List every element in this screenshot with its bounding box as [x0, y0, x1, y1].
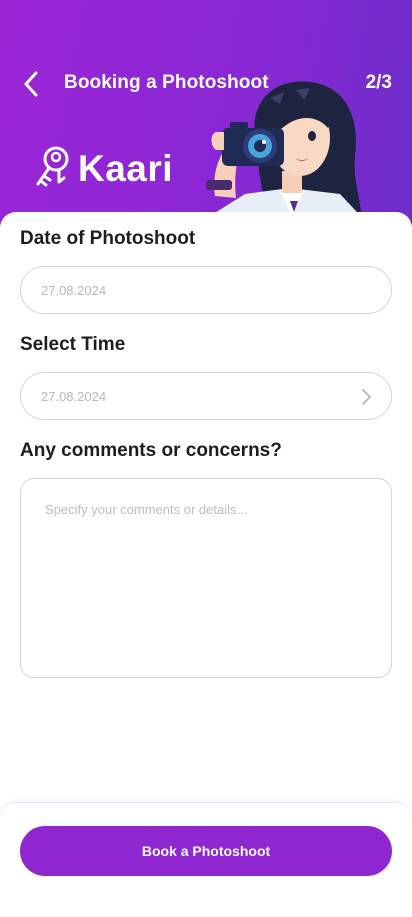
time-field[interactable]: 27.08.2024 — [20, 372, 392, 420]
header: Booking a Photoshoot 2/3 Kaari — [0, 0, 412, 240]
back-arrow-icon — [24, 71, 38, 97]
time-value: 27.08.2024 — [41, 388, 107, 404]
comments-textarea[interactable]: Specify your comments or details... — [20, 478, 392, 678]
comments-placeholder: Specify your comments or details... — [45, 502, 248, 517]
footer: Book a Photoshoot — [0, 802, 412, 917]
date-value: 27.08.2024 — [41, 282, 107, 298]
date-field[interactable]: 27.08.2024 — [20, 266, 392, 314]
date-label: Date of Photoshoot — [20, 228, 196, 249]
brand-name: Kaari — [78, 148, 174, 189]
back-button[interactable] — [18, 70, 44, 98]
brand-logo: Kaari — [34, 144, 173, 194]
chevron-right-icon — [362, 389, 371, 405]
book-photoshoot-button[interactable]: Book a Photoshoot — [20, 826, 392, 876]
kaari-logo-icon — [36, 146, 69, 187]
comments-label: Any comments or concerns? — [20, 440, 282, 461]
time-label: Select Time — [20, 334, 126, 355]
